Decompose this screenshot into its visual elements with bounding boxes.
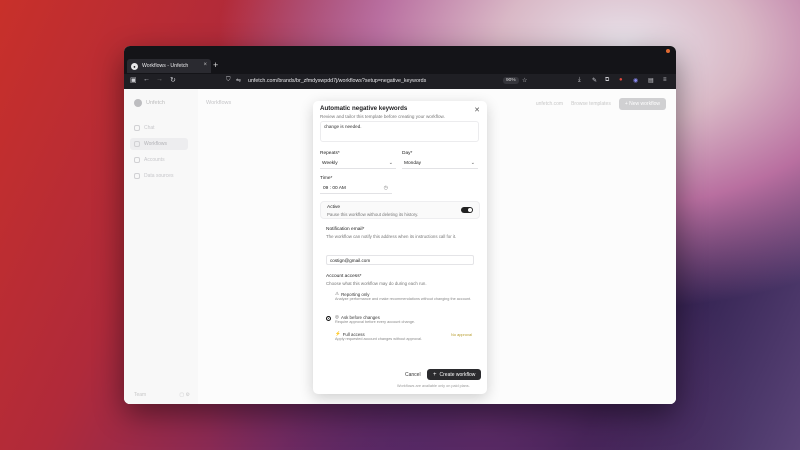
tab-bar: ● Workflows - Unfetch × + [124, 46, 676, 74]
active-toggle[interactable] [461, 207, 473, 213]
repeats-select[interactable]: Weekly ⌄ [320, 159, 396, 169]
access-description: Choose what this workflow may do during … [326, 281, 427, 286]
active-description: Pause this workflow without deleting its… [327, 212, 419, 217]
paid-plans-note: Workflows are available only on paid pla… [397, 384, 470, 388]
back-icon[interactable]: ← [143, 76, 150, 83]
time-label: Time* [320, 176, 332, 181]
clock-icon: ◷ [383, 185, 388, 191]
gift-icon[interactable]: ▤ [648, 77, 654, 84]
zoom-level[interactable]: 90% [503, 77, 519, 84]
time-label-text: Time [320, 176, 331, 181]
record-icon[interactable]: ● [619, 77, 623, 83]
browser-tab[interactable]: ● Workflows - Unfetch × [127, 59, 211, 73]
repeats-label: Repeats* [320, 151, 340, 156]
required-mark: * [359, 274, 362, 279]
email-description: The workflow can notify this address whe… [326, 234, 457, 239]
email-label: Notification email* [326, 227, 364, 232]
option-title-text: Full access [342, 331, 365, 337]
workflow-setup-dialog: Automatic negative keywords ✕ Review and… [313, 101, 487, 394]
option-title-text: Reporting only [341, 291, 370, 297]
download-icon[interactable]: ⤓ [578, 77, 581, 84]
notification-section: Notification email* The workflow can not… [320, 225, 480, 269]
tab-title: Workflows - Unfetch [142, 63, 189, 69]
dialog-title: Automatic negative keywords [320, 105, 408, 112]
email-field[interactable]: costign@gmail.com [326, 255, 474, 265]
access-label: Account access* [326, 274, 361, 279]
forward-icon[interactable]: → [156, 76, 163, 83]
dialog-subtitle: Review and tailor this template before c… [320, 114, 445, 119]
favicon-icon: ● [131, 62, 138, 70]
time-input[interactable]: 09 : 00 AM ◷ [320, 184, 392, 194]
option-description: Apply requested account changes without … [335, 337, 422, 341]
required-mark: * [330, 176, 333, 181]
option-title-text: Ask before changes [341, 314, 380, 320]
required-mark: * [337, 151, 340, 156]
instructions-textarea[interactable]: change is needed. [320, 121, 479, 142]
time-value: 09 : 00 AM [323, 186, 346, 191]
day-value: Monday [404, 161, 422, 166]
address-toolbar: ▣ ← → ↻ ⛉ ⇋ unfetch.com/brands/br_zfmdys… [124, 74, 676, 89]
plus-icon: + [433, 371, 437, 378]
no-approval-badge: No approval [451, 332, 472, 337]
site-settings-icon[interactable]: ⇋ [236, 77, 241, 84]
repeats-label-text: Repeats [320, 151, 338, 156]
menu-icon[interactable]: ≡ [663, 77, 667, 83]
new-tab-button[interactable]: + [213, 60, 218, 70]
extensions-icon[interactable]: ⧉ [605, 77, 609, 84]
active-title: Active [327, 205, 341, 210]
bookmark-star-icon[interactable]: ☆ [522, 77, 527, 84]
create-workflow-button[interactable]: + Create workflow [427, 369, 482, 380]
tab-close-icon[interactable]: × [203, 62, 207, 68]
required-mark: * [410, 151, 413, 156]
profile-icon[interactable]: ◉ [633, 77, 638, 84]
reload-icon[interactable]: ↻ [170, 76, 176, 84]
access-section: Account access* Choose what this workflo… [320, 271, 480, 361]
option-description: Require approval before every account ch… [335, 320, 415, 324]
create-workflow-label: Create workflow [439, 371, 476, 378]
active-card: Active Pause this workflow without delet… [320, 201, 480, 219]
sidebar-toggle-icon[interactable]: ▣ [130, 76, 137, 84]
email-label-text: Notification email [326, 227, 363, 232]
day-label-text: Day [402, 151, 411, 156]
address-field[interactable]: unfetch.com/brands/br_zfmdyswpdd7j/workf… [248, 78, 426, 84]
close-icon[interactable]: ✕ [474, 106, 480, 114]
access-option-reporting[interactable]: ⚠ Reporting only Analyze performance and … [326, 290, 476, 310]
chevron-down-icon: ⌄ [388, 160, 393, 166]
radio-selected[interactable] [326, 316, 331, 321]
shield-icon[interactable]: ⛉ [226, 77, 231, 84]
day-label: Day* [402, 151, 412, 156]
access-label-text: Account access [326, 274, 360, 279]
day-select[interactable]: Monday ⌄ [402, 159, 478, 169]
chevron-down-icon: ⌄ [470, 160, 475, 166]
cancel-button[interactable]: Cancel [405, 372, 421, 378]
browser-window: ● Workflows - Unfetch × + ▣ ← → ↻ ⛉ ⇋ un… [124, 46, 676, 404]
required-mark: * [362, 227, 365, 232]
access-option-full[interactable]: ⚡ Full access Apply requested account cha… [326, 330, 476, 350]
window-control-icon[interactable] [666, 49, 670, 53]
option-description: Analyze performance and make recommendat… [335, 297, 472, 301]
tools-icon[interactable]: ✎ [592, 77, 597, 84]
repeats-value: Weekly [322, 161, 338, 166]
